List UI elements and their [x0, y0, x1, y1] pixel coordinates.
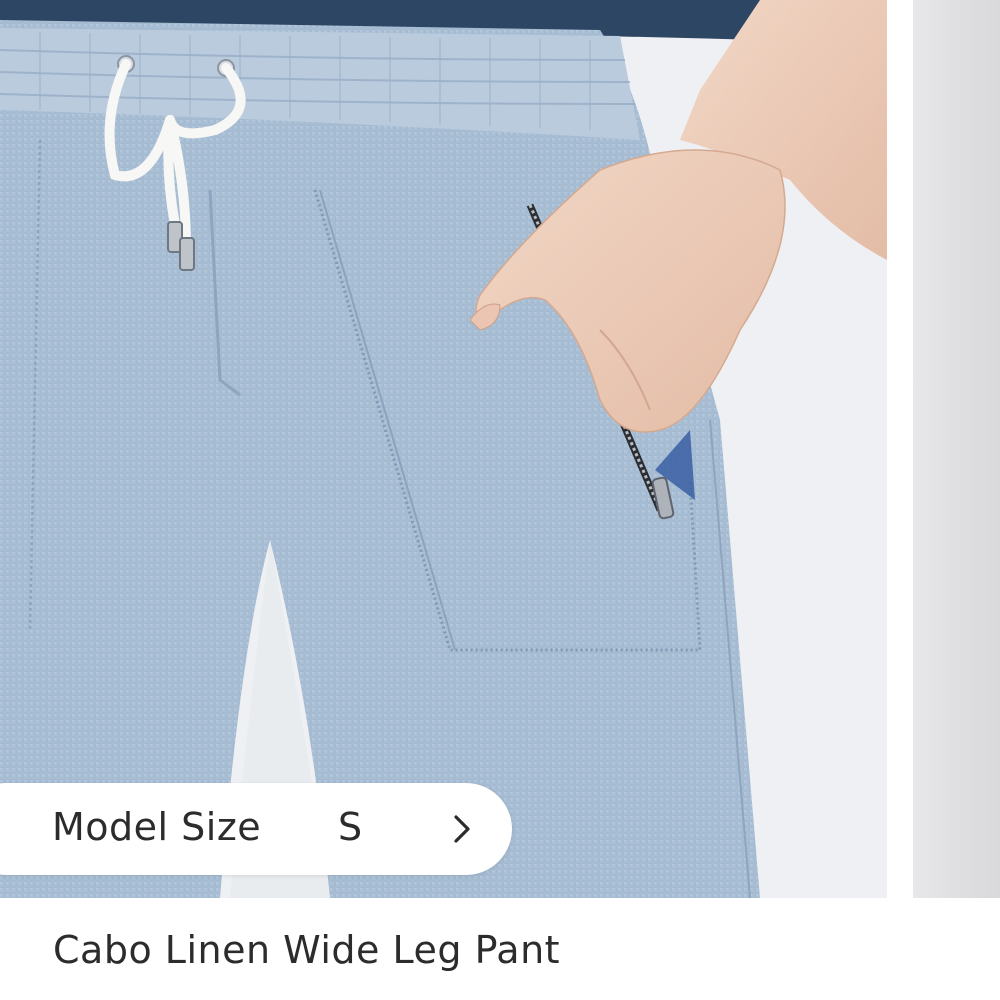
model-size-button[interactable]: Model Size S: [0, 783, 512, 875]
product-image[interactable]: [0, 0, 887, 898]
model-size-value: S: [338, 805, 363, 849]
chevron-right-icon: [454, 815, 470, 843]
next-product-image[interactable]: [913, 0, 1000, 898]
product-title: Cabo Linen Wide Leg Pant: [53, 928, 561, 972]
product-page: Model Size S Cabo Linen Wide Leg Pant: [0, 0, 1000, 1000]
model-size-label: Model Size: [52, 805, 262, 849]
